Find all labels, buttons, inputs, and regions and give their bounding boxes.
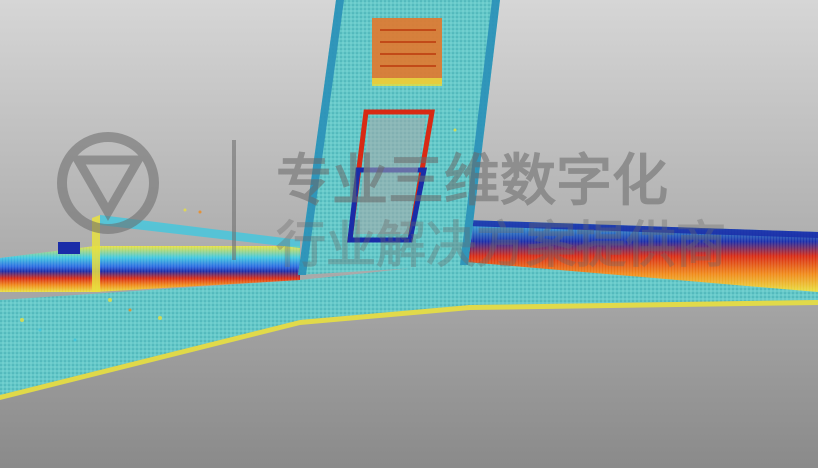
point-cloud-scene[interactable]: 专业三维数字化 行业解决方案提供商	[0, 0, 818, 468]
point-cloud-viewport[interactable]: 专业三维数字化 行业解决方案提供商	[0, 0, 818, 468]
blue-object	[58, 242, 80, 254]
watermark-line1: 专业三维数字化	[276, 149, 668, 214]
watermark-line2: 行业解决方案提供商	[276, 216, 726, 274]
sign-plate	[372, 18, 442, 86]
